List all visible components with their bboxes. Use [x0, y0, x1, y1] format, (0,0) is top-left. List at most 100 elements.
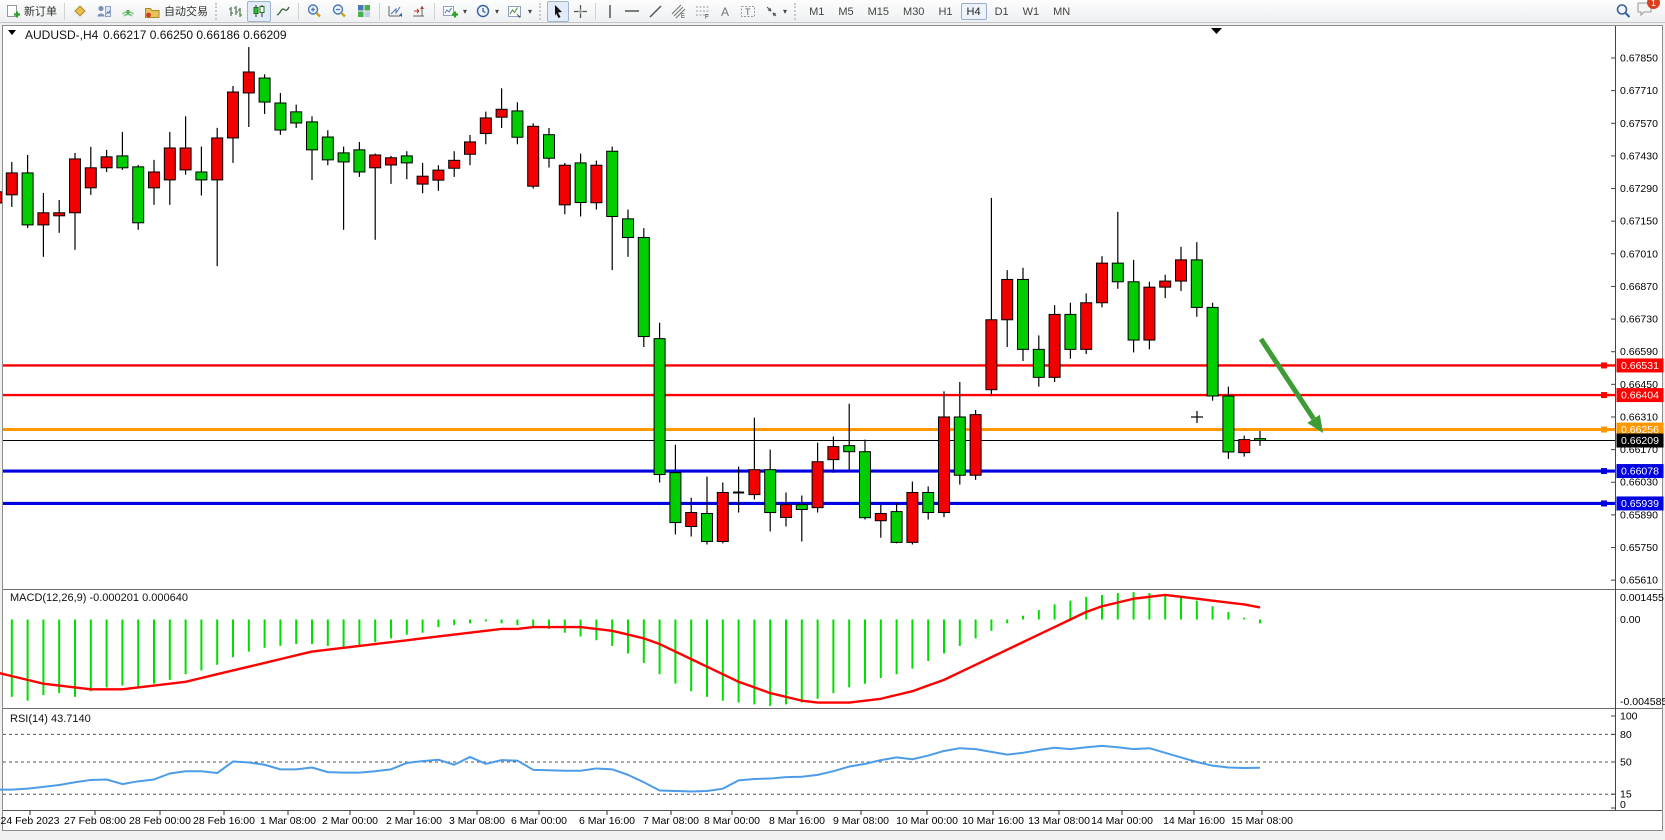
horizontal-line-button[interactable] [620, 1, 644, 22]
toolbar-grip [215, 3, 220, 20]
zoom-out-icon [331, 3, 348, 19]
candle-body [6, 173, 17, 195]
chart-line-button[interactable] [271, 1, 295, 22]
candle-body [528, 126, 539, 186]
candle-body [354, 150, 365, 172]
chart-area: AUDUSD-,H4 0.66217 0.66250 0.66186 0.662… [0, 0, 1665, 840]
candle-body [1018, 279, 1029, 349]
hline-handle[interactable] [1601, 427, 1607, 433]
candle-body [417, 176, 428, 184]
candle-body [433, 170, 444, 180]
auto-scroll-button[interactable] [383, 1, 407, 22]
separator [434, 3, 435, 20]
separator [595, 3, 596, 20]
price-chip-label: 0.66078 [1621, 466, 1659, 478]
crosshair-button[interactable] [569, 1, 592, 22]
auto-scroll-icon [387, 3, 403, 19]
depth-of-market-button[interactable] [92, 1, 116, 22]
timeframe-M30[interactable]: M30 [897, 3, 930, 20]
svg-text:0.67150: 0.67150 [1620, 216, 1658, 228]
candle-body [765, 470, 776, 513]
caret-down-icon: ▾ [783, 7, 787, 16]
separator [298, 3, 299, 20]
search-icon [1615, 3, 1632, 19]
candle-body [591, 165, 602, 203]
candle-body [1065, 314, 1076, 349]
hline-handle[interactable] [1601, 392, 1607, 398]
auto-trading-button[interactable]: 自动交易 [140, 1, 212, 22]
candle-body [38, 213, 49, 225]
timeframe-D1[interactable]: D1 [989, 3, 1015, 20]
tile-windows-button[interactable] [352, 1, 376, 22]
clock-icon [475, 3, 491, 19]
timeframe-M15[interactable]: M15 [862, 3, 895, 20]
fibonacci-button[interactable]: F [691, 1, 715, 22]
candle-body [449, 160, 460, 168]
trendline-button[interactable] [644, 1, 667, 22]
candle-body [860, 452, 871, 518]
candle-body [796, 505, 807, 510]
timeframe-M1[interactable]: M1 [803, 3, 830, 20]
macd-axis-label: 0.001455 [1620, 592, 1664, 604]
svg-text:0.66030: 0.66030 [1620, 477, 1658, 489]
tile-windows-icon [356, 3, 372, 19]
zoom-out-button[interactable] [327, 1, 352, 22]
timeframe-M5[interactable]: M5 [832, 3, 859, 20]
text-label-button[interactable]: T [736, 1, 760, 22]
arrows-button[interactable]: ▾ [760, 1, 791, 22]
vertical-line-button[interactable] [599, 1, 620, 22]
crosshair-icon [573, 4, 588, 19]
candle-body [243, 72, 254, 93]
new-order-label: 新订单 [24, 3, 57, 19]
person-chart-icon [96, 3, 112, 19]
template-icon [507, 4, 524, 19]
new-chart-button[interactable]: ▾ [438, 1, 471, 22]
time-label: 6 Mar 00:00 [511, 815, 567, 827]
notifications-button[interactable]: 1 [1636, 0, 1655, 22]
candle-body [812, 462, 823, 508]
auto-trading-label: 自动交易 [164, 3, 208, 19]
time-label: 9 Mar 08:00 [833, 815, 889, 827]
timeframe-H4[interactable]: H4 [961, 3, 987, 20]
timeframe-W1[interactable]: W1 [1017, 3, 1046, 20]
candle-body [164, 148, 175, 180]
timeframe-H1[interactable]: H1 [932, 3, 958, 20]
hline-handle[interactable] [1601, 500, 1607, 506]
hline-handle[interactable] [1601, 468, 1607, 474]
candle-body [180, 148, 191, 170]
time-label: 8 Mar 00:00 [704, 815, 760, 827]
chart-candles-button[interactable] [247, 1, 271, 22]
time-label: 24 Feb 2023 [1, 815, 60, 827]
zoom-in-button[interactable] [302, 1, 327, 22]
equidistant-channel-button[interactable]: E [667, 1, 691, 22]
time-label: 27 Feb 08:00 [64, 815, 126, 827]
svg-text:E: E [681, 14, 685, 19]
svg-text:0.66310: 0.66310 [1620, 411, 1658, 423]
chart-shift-icon [411, 3, 427, 19]
notification-badge: 1 [1647, 0, 1660, 9]
signals-button[interactable] [116, 1, 140, 22]
new-order-button[interactable]: 新订单 [2, 1, 61, 22]
candle-body [228, 92, 239, 138]
chart-shift-button[interactable] [407, 1, 431, 22]
templates-button[interactable]: ▾ [503, 1, 536, 22]
new-order-icon [6, 4, 21, 19]
svg-text:0.67010: 0.67010 [1620, 248, 1658, 260]
chart-ohlc: 0.66217 0.66250 0.66186 0.66209 [103, 28, 287, 42]
hline-handle[interactable] [1601, 362, 1607, 368]
time-label: 2 Mar 16:00 [386, 815, 442, 827]
caret-down-icon: ▾ [495, 7, 499, 16]
svg-text:0.66730: 0.66730 [1620, 314, 1658, 326]
cursor-button[interactable] [547, 1, 569, 22]
text-button[interactable]: A [715, 1, 736, 22]
svg-text:0.67290: 0.67290 [1620, 183, 1658, 195]
periods-button[interactable]: ▾ [471, 1, 503, 22]
timeframe-MN[interactable]: MN [1047, 3, 1076, 20]
candle-body [370, 155, 381, 168]
chart-bars-button[interactable] [223, 1, 247, 22]
search-button[interactable] [1611, 1, 1636, 22]
time-label: 14 Mar 00:00 [1091, 815, 1153, 827]
market-watch-button[interactable] [68, 1, 92, 22]
svg-text:F: F [705, 14, 709, 19]
rsi-axis-label: 0 [1620, 799, 1626, 811]
